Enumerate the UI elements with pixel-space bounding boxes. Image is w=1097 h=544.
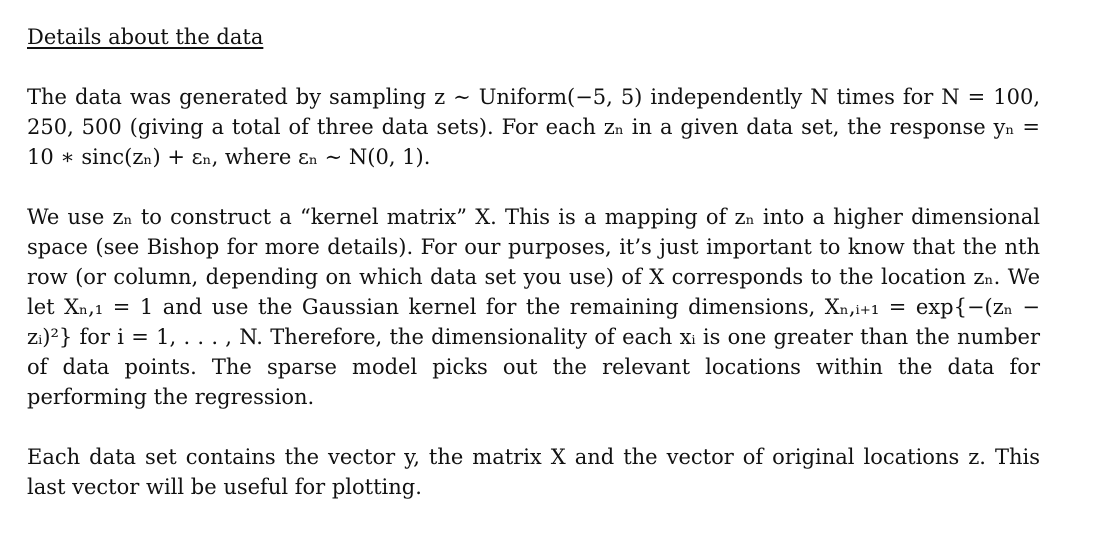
section-heading: Details about the data: [27, 25, 264, 49]
paragraph-data-generation: The data was generated by sampling z ∼ U…: [27, 85, 1040, 169]
paragraph-data-contents: Each data set contains the vector y, the…: [27, 445, 1040, 499]
paragraph-kernel-matrix: We use zₙ to construct a “kernel matrix”…: [27, 205, 1040, 409]
document-page: Details about the data The data was gene…: [27, 22, 1040, 502]
